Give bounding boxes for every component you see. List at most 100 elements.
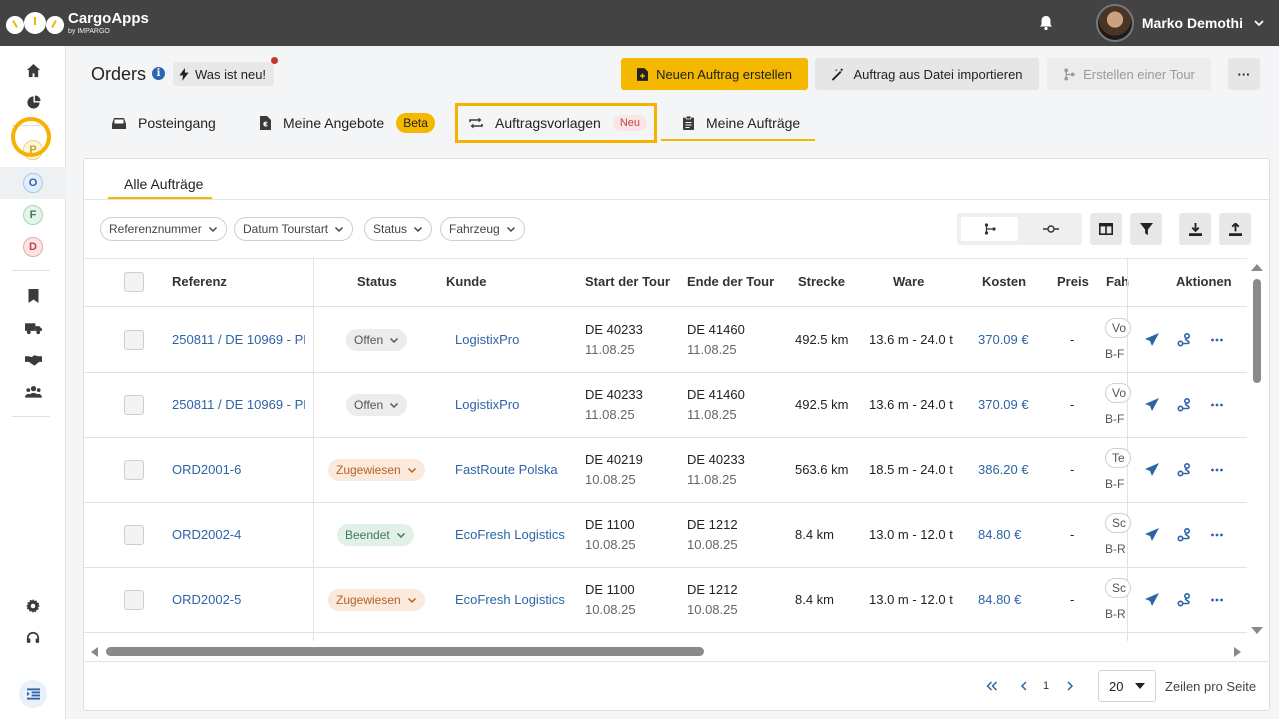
more-actions-icon[interactable] bbox=[1210, 398, 1224, 412]
bell-icon[interactable] bbox=[1036, 13, 1056, 33]
assign-route-icon[interactable] bbox=[1177, 527, 1191, 542]
horizontal-scroll-thumb[interactable] bbox=[106, 647, 704, 656]
assign-route-icon[interactable] bbox=[1177, 462, 1191, 477]
filter-vehicle[interactable]: Fahrzeug bbox=[440, 217, 525, 241]
order-reference-link[interactable]: 250811 / DE 10969 - PL bbox=[172, 397, 305, 412]
order-reference-link[interactable]: ORD2002-5 bbox=[172, 592, 305, 607]
column-header-distance[interactable]: Strecke bbox=[798, 274, 845, 289]
scroll-down-icon[interactable] bbox=[1250, 626, 1264, 636]
status-dropdown[interactable]: Offen bbox=[346, 393, 408, 416]
next-page-button[interactable] bbox=[1066, 679, 1074, 694]
first-page-button[interactable] bbox=[986, 679, 998, 694]
sidebar-item-vehicles[interactable] bbox=[0, 314, 66, 342]
customer-link[interactable]: LogistixPro bbox=[455, 397, 519, 412]
assign-route-icon[interactable] bbox=[1177, 332, 1191, 347]
status-dropdown[interactable]: Beendet bbox=[337, 523, 414, 546]
vehicle-chip[interactable]: Sc bbox=[1105, 512, 1131, 533]
sidebar-item-support[interactable] bbox=[0, 624, 66, 652]
new-order-button[interactable]: Neuen Auftrag erstellen bbox=[621, 58, 808, 90]
avatar[interactable] bbox=[1095, 4, 1134, 42]
status-dropdown[interactable]: Offen bbox=[346, 328, 408, 351]
filter-reference[interactable]: Referenznummer bbox=[100, 217, 227, 241]
tab-inbox[interactable]: Posteingang bbox=[112, 104, 216, 142]
customer-link[interactable]: EcoFresh Logistics bbox=[455, 592, 565, 607]
chevron-down-icon[interactable] bbox=[1253, 17, 1265, 29]
assign-route-icon[interactable] bbox=[1177, 397, 1191, 412]
prev-page-button[interactable] bbox=[1020, 679, 1028, 694]
import-order-button[interactable]: Auftrag aus Datei importieren bbox=[815, 58, 1039, 90]
column-header-goods[interactable]: Ware bbox=[893, 274, 924, 289]
scroll-right-icon[interactable] bbox=[1233, 646, 1243, 658]
send-icon[interactable] bbox=[1145, 462, 1159, 477]
cost-link[interactable]: 386.20 € bbox=[978, 462, 1029, 477]
tab-offers[interactable]: Meine Angebote Beta bbox=[260, 104, 435, 142]
sidebar-item-users[interactable] bbox=[0, 377, 66, 405]
column-header-status[interactable]: Status bbox=[357, 274, 397, 289]
row-checkbox[interactable] bbox=[124, 524, 144, 545]
more-actions-icon[interactable] bbox=[1210, 528, 1224, 542]
row-checkbox[interactable] bbox=[124, 329, 144, 350]
vehicle-chip[interactable]: Vo bbox=[1105, 317, 1131, 338]
app-logo[interactable]: CargoApps by IMPARGO bbox=[6, 8, 149, 38]
filter-tour-start[interactable]: Datum Tourstart bbox=[234, 217, 354, 241]
sidebar-item-settings[interactable] bbox=[0, 592, 66, 620]
sidebar-item-f[interactable]: F bbox=[0, 201, 66, 229]
cost-link[interactable]: 370.09 € bbox=[978, 397, 1029, 412]
select-all-checkbox[interactable] bbox=[124, 272, 144, 292]
filter-button[interactable] bbox=[1130, 213, 1162, 245]
columns-button[interactable] bbox=[1090, 213, 1122, 245]
sidebar-item-bookmarks[interactable] bbox=[0, 282, 66, 310]
assign-route-icon[interactable] bbox=[1177, 592, 1191, 607]
vehicle-chip[interactable]: Vo bbox=[1105, 382, 1131, 403]
sidebar-item-d[interactable]: D bbox=[0, 233, 66, 261]
more-actions-icon[interactable] bbox=[1210, 333, 1224, 347]
page-number[interactable]: 1 bbox=[1043, 680, 1049, 692]
cost-link[interactable]: 84.80 € bbox=[978, 592, 1021, 607]
sidebar-item-dashboard[interactable] bbox=[0, 88, 66, 116]
row-checkbox[interactable] bbox=[124, 589, 144, 610]
column-header-customer[interactable]: Kunde bbox=[446, 274, 486, 289]
column-header-tour-start[interactable]: Start der Tour bbox=[585, 274, 670, 289]
customer-link[interactable]: EcoFresh Logistics bbox=[455, 527, 565, 542]
status-dropdown[interactable]: Zugewiesen bbox=[328, 458, 425, 481]
column-header-price[interactable]: Preis bbox=[1057, 274, 1089, 289]
filter-status[interactable]: Status bbox=[364, 217, 433, 241]
column-header-tour-end[interactable]: Ende der Tour bbox=[687, 274, 774, 289]
vehicle-chip[interactable]: Te bbox=[1105, 447, 1131, 468]
more-actions-icon[interactable] bbox=[1210, 593, 1224, 607]
column-header-vehicle[interactable]: Fah bbox=[1106, 274, 1129, 289]
subtab-all-orders[interactable]: Alle Aufträge bbox=[108, 170, 219, 198]
sidebar-item-partners[interactable] bbox=[0, 346, 66, 374]
more-button[interactable]: ··· bbox=[1228, 58, 1260, 90]
whats-new-button[interactable]: Was ist neu! bbox=[173, 57, 279, 86]
send-icon[interactable] bbox=[1145, 592, 1159, 607]
send-icon[interactable] bbox=[1145, 397, 1159, 412]
column-header-reference[interactable]: Referenz bbox=[172, 274, 227, 289]
cost-link[interactable]: 370.09 € bbox=[978, 332, 1029, 347]
download-button[interactable] bbox=[1179, 213, 1211, 245]
scroll-left-icon[interactable] bbox=[89, 646, 99, 658]
order-reference-link[interactable]: ORD2002-4 bbox=[172, 527, 305, 542]
sidebar-item-home[interactable] bbox=[0, 56, 66, 84]
create-tour-button[interactable]: Erstellen einer Tour bbox=[1047, 58, 1211, 90]
view-toggle-orders[interactable] bbox=[961, 217, 1018, 241]
info-icon[interactable]: i bbox=[152, 67, 165, 80]
send-icon[interactable] bbox=[1145, 527, 1159, 542]
upload-button[interactable] bbox=[1219, 213, 1251, 245]
sidebar-collapse[interactable] bbox=[0, 680, 66, 708]
view-toggle-tours[interactable] bbox=[1022, 217, 1079, 241]
row-checkbox[interactable] bbox=[124, 459, 144, 480]
order-reference-link[interactable]: ORD2001-6 bbox=[172, 462, 305, 477]
vehicle-chip[interactable]: Sc bbox=[1105, 577, 1131, 598]
tab-my-orders[interactable]: Meine Aufträge bbox=[683, 104, 800, 142]
rows-per-page-select[interactable]: 20 bbox=[1098, 670, 1156, 702]
user-name[interactable]: Marko Demothi bbox=[1142, 15, 1243, 31]
customer-link[interactable]: LogistixPro bbox=[455, 332, 519, 347]
scroll-up-icon[interactable] bbox=[1250, 262, 1264, 272]
row-checkbox[interactable] bbox=[124, 394, 144, 415]
status-dropdown[interactable]: Zugewiesen bbox=[328, 588, 425, 611]
customer-link[interactable]: FastRoute Polska bbox=[455, 462, 558, 477]
vertical-scroll-thumb[interactable] bbox=[1253, 279, 1261, 383]
column-header-cost[interactable]: Kosten bbox=[982, 274, 1026, 289]
more-actions-icon[interactable] bbox=[1210, 463, 1224, 477]
